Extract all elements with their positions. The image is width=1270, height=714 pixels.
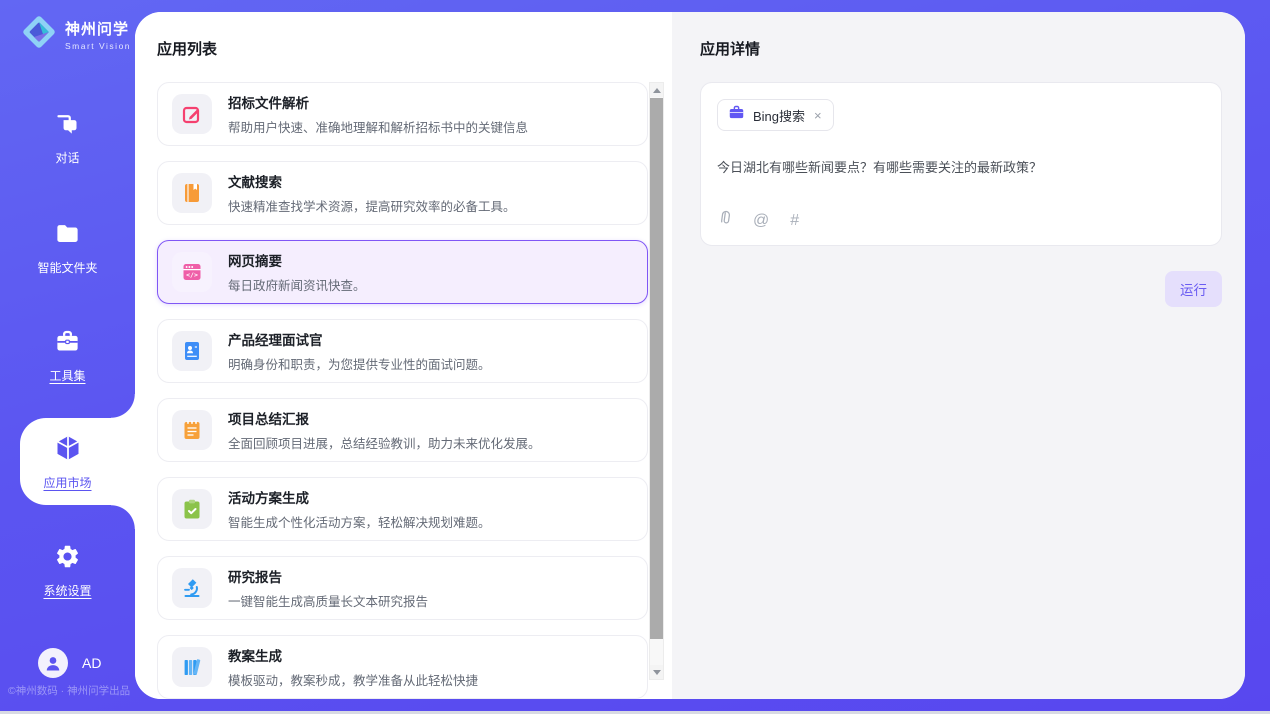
tool-chip-bing-search[interactable]: Bing搜索 ×	[717, 99, 834, 131]
scrollbar-thumb[interactable]	[650, 98, 663, 639]
app-card-event-plan[interactable]: 活动方案生成 智能生成个性化活动方案，轻松解决规划难题。	[157, 477, 648, 541]
scroll-up-button[interactable]	[650, 83, 663, 97]
app-list-title: 应用列表	[157, 38, 672, 59]
hash-icon[interactable]: #	[790, 213, 799, 229]
chip-close-icon[interactable]: ×	[813, 108, 823, 123]
briefcase-icon	[728, 104, 745, 126]
clipboard-check-icon	[172, 489, 212, 529]
user-initials: AD	[82, 655, 101, 671]
book-icon	[172, 173, 212, 213]
app-card-list: 招标文件解析 帮助用户快速、准确地理解和解析招标书中的关键信息 文献搜索	[157, 82, 648, 699]
gear-icon	[54, 543, 81, 575]
sidebar-item-label: 智能文件夹	[37, 259, 97, 276]
app-card-title: 项目总结汇报	[228, 408, 541, 428]
resume-icon	[172, 331, 212, 371]
app-card-desc: 每日政府新闻资讯快查。	[228, 275, 366, 294]
prompt-card[interactable]: Bing搜索 × 今日湖北有哪些新闻要点？有哪些需要关注的最新政策？ @ #	[700, 82, 1222, 246]
app-card-web-summary[interactable]: </> 网页摘要 每日政府新闻资讯快查。	[157, 240, 648, 304]
app-card-literature-search[interactable]: 文献搜索 快速精准查找学术资源，提高研究效率的必备工具。	[157, 161, 648, 225]
svg-text:</>: </>	[186, 271, 198, 279]
composer-toolbar: @ #	[717, 210, 799, 231]
avatar	[38, 648, 68, 678]
app-card-pm-interviewer[interactable]: 产品经理面试官 明确身份和职责，为您提供专业性的面试问题。	[157, 319, 648, 383]
app-detail-panel: 应用详情 Bing搜索 × 今日湖北有哪些新闻要点？有哪些需要关注的最新政策？	[672, 12, 1245, 699]
app-detail-title: 应用详情	[700, 38, 1222, 59]
triangle-up-icon	[653, 88, 661, 93]
browser-code-icon: </>	[172, 252, 212, 292]
app-frame: 神州问学 Smart Vision 对话 智能文件夹	[0, 0, 1270, 711]
tool-chip-label: Bing搜索	[753, 106, 805, 125]
app-card-title: 网页摘要	[228, 250, 366, 270]
user-row[interactable]: AD	[38, 648, 101, 678]
app-card-title: 活动方案生成	[228, 487, 491, 507]
triangle-down-icon	[653, 670, 661, 675]
app-card-desc: 快速精准查找学术资源，提高研究效率的必备工具。	[228, 196, 516, 215]
brand-logo: 神州问学 Smart Vision	[20, 13, 131, 56]
app-card-desc: 智能生成个性化活动方案，轻松解决规划难题。	[228, 512, 491, 531]
at-icon[interactable]: @	[753, 213, 769, 229]
cube-icon	[53, 433, 83, 468]
books-icon	[172, 647, 212, 687]
toolbox-icon	[54, 328, 81, 360]
app-card-title: 研究报告	[228, 566, 428, 586]
notepad-icon	[172, 410, 212, 450]
app-card-desc: 帮助用户快速、准确地理解和解析招标书中的关键信息	[228, 117, 528, 136]
brand-tagline: Smart Vision	[65, 41, 131, 51]
paperclip-icon[interactable]	[717, 210, 732, 231]
app-card-title: 招标文件解析	[228, 92, 528, 112]
app-card-desc: 全面回顾项目进展，总结经验教训，助力未来优化发展。	[228, 433, 541, 452]
pen-square-icon	[172, 94, 212, 134]
sidebar: 神州问学 Smart Vision 对话 智能文件夹	[0, 0, 135, 711]
sidebar-item-app-market[interactable]: 应用市场	[0, 418, 135, 505]
copyright-text: ©神州数码 · 神州问学出品	[8, 683, 135, 698]
sidebar-item-toolset[interactable]: 工具集	[0, 328, 135, 384]
app-card-bid-document-parsing[interactable]: 招标文件解析 帮助用户快速、准确地理解和解析招标书中的关键信息	[157, 82, 648, 146]
sidebar-item-label: 应用市场	[43, 474, 91, 491]
content-panel: 应用列表 招标文件解析 帮助用户快速、准确地理解和解析招标书中的关键信息	[135, 12, 1245, 699]
sidebar-item-smart-folders[interactable]: 智能文件夹	[0, 220, 135, 276]
app-card-research-report[interactable]: 研究报告 一键智能生成高质量长文本研究报告	[157, 556, 648, 620]
run-button[interactable]: 运行	[1165, 271, 1222, 307]
app-card-title: 文献搜索	[228, 171, 516, 191]
app-card-desc: 明确身份和职责，为您提供专业性的面试问题。	[228, 354, 491, 373]
app-card-title: 教案生成	[228, 645, 478, 665]
app-card-lesson-plan[interactable]: 教案生成 模板驱动，教案秒成，教学准备从此轻松快捷	[157, 635, 648, 699]
sidebar-item-label: 系统设置	[43, 582, 91, 599]
app-list-panel: 应用列表 招标文件解析 帮助用户快速、准确地理解和解析招标书中的关键信息	[135, 12, 672, 699]
app-card-desc: 模板驱动，教案秒成，教学准备从此轻松快捷	[228, 670, 478, 689]
sidebar-item-settings[interactable]: 系统设置	[0, 543, 135, 599]
microscope-icon	[172, 568, 212, 608]
folder-icon	[54, 220, 81, 252]
scroll-down-button[interactable]	[650, 665, 663, 679]
app-card-title: 产品经理面试官	[228, 329, 491, 349]
brand-diamond-icon	[20, 13, 58, 56]
sidebar-item-label: 工具集	[49, 367, 85, 384]
app-card-desc: 一键智能生成高质量长文本研究报告	[228, 591, 428, 610]
chat-icon	[54, 110, 81, 142]
app-card-project-summary[interactable]: 项目总结汇报 全面回顾项目进展，总结经验教训，助力未来优化发展。	[157, 398, 648, 462]
prompt-text[interactable]: 今日湖北有哪些新闻要点？有哪些需要关注的最新政策？	[717, 157, 1205, 176]
sidebar-item-chat[interactable]: 对话	[0, 110, 135, 166]
brand-name: 神州问学	[65, 18, 131, 39]
sidebar-item-label: 对话	[55, 149, 79, 166]
app-list-scrollbar[interactable]	[649, 82, 664, 680]
